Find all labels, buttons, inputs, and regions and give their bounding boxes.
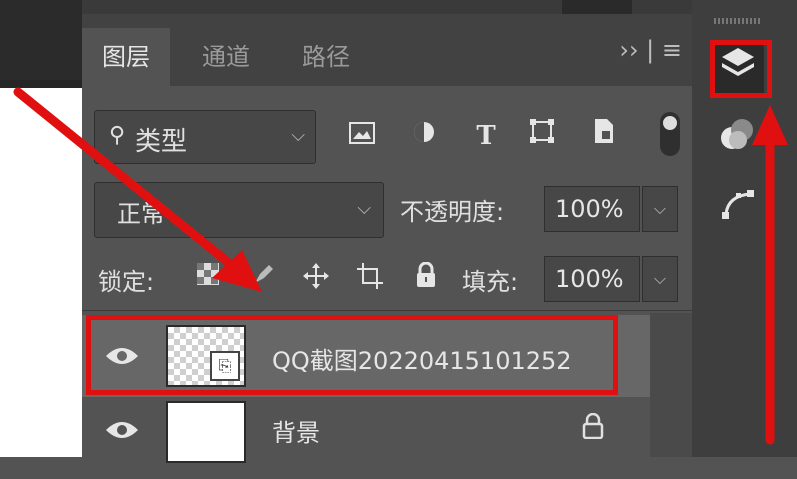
tab-channels[interactable]: 通道 [182, 28, 270, 86]
smart-object-badge-icon: ⎘ [210, 351, 240, 381]
panel-top-block [562, 0, 632, 14]
layer-filter-select[interactable]: ⚲ 类型 ⌵ [94, 110, 316, 164]
blend-mode-value: 正常 [117, 200, 165, 228]
search-icon: ⚲ [109, 123, 126, 148]
dock-grip-handle[interactable] [714, 18, 760, 24]
visibility-eye-icon[interactable] [104, 418, 140, 442]
tab-paths[interactable]: 路径 [282, 28, 370, 86]
layer-row[interactable]: ⎘ QQ截图20220415101252 [82, 315, 650, 397]
canvas-document [0, 88, 82, 457]
chevron-down-icon: ⌵ [291, 125, 305, 146]
layer-lock-icon [582, 412, 604, 445]
blend-mode-select[interactable]: 正常 ⌵ [94, 182, 384, 238]
shape-filter-icon[interactable] [524, 118, 560, 154]
lock-image-pixels-icon[interactable] [248, 262, 280, 294]
layer-filter-value: 类型 [135, 127, 188, 157]
opacity-input[interactable]: 100% [544, 186, 640, 232]
opacity-label: 不透明度: [400, 198, 505, 226]
fill-dropdown-button[interactable]: ⌵ [642, 256, 678, 302]
visibility-eye-icon[interactable] [104, 344, 140, 368]
lock-label: 锁定: [98, 268, 155, 296]
layer-name: 背景 [272, 419, 320, 447]
panel-top-strip [82, 0, 692, 14]
layer-thumbnail [166, 401, 246, 463]
paths-panel-icon[interactable] [712, 184, 764, 236]
canvas-pasteboard [0, 0, 82, 80]
smart-object-filter-icon[interactable] [586, 118, 622, 154]
layer-row[interactable]: 背景 [82, 397, 650, 479]
lock-all-icon[interactable] [410, 261, 442, 294]
panel-tab-bar: 图层 通道 路径 ›› | ≡ [82, 14, 692, 86]
layers-scrollbar[interactable] [650, 313, 692, 457]
panel-menu-button[interactable]: ›› | ≡ [619, 36, 682, 64]
channels-panel-icon[interactable] [712, 114, 764, 166]
divider [82, 310, 692, 311]
tab-layers[interactable]: 图层 [82, 28, 170, 86]
adjustment-filter-icon[interactable] [406, 118, 442, 154]
filter-toggle-switch[interactable] [660, 112, 680, 156]
layers-panel-icon[interactable] [712, 44, 764, 96]
layer-name: QQ截图20220415101252 [272, 347, 572, 375]
panel-dock [692, 0, 797, 457]
lock-transparent-pixels-icon[interactable] [192, 262, 224, 294]
layer-thumbnail: ⎘ [166, 325, 246, 387]
fill-label: 填充: [462, 268, 519, 296]
layers-panel: 图层 通道 路径 ›› | ≡ ⚲ 类型 ⌵ T 正常 ⌵ 不透明度: 100%… [82, 0, 692, 463]
lock-artboard-icon[interactable] [354, 262, 386, 294]
type-filter-icon[interactable]: T [468, 118, 504, 154]
lock-position-icon[interactable] [300, 262, 332, 294]
opacity-dropdown-button[interactable]: ⌵ [642, 186, 678, 232]
fill-input[interactable]: 100% [544, 256, 640, 302]
image-filter-icon[interactable] [344, 118, 380, 154]
chevron-down-icon: ⌵ [357, 198, 371, 219]
